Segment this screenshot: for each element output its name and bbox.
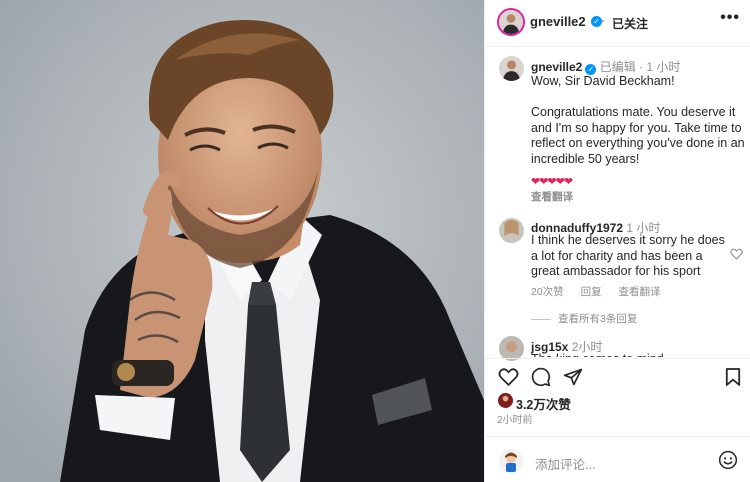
- post-side-panel: gneville2 ✓ · 已关注 ••• gneville2 ✓ 已编辑 · 1…: [484, 0, 750, 482]
- bookmark-icon[interactable]: [725, 367, 741, 387]
- liker-avatar-image: [498, 393, 513, 408]
- caption-dot: ·: [639, 60, 644, 74]
- comment-bubble-icon[interactable]: [531, 367, 551, 387]
- caption-edited-label: 已编辑: [599, 60, 636, 74]
- post-image[interactable]: [0, 0, 484, 482]
- comment2-text-clipped: The king comes to mind...: [531, 352, 745, 357]
- caption-avatar[interactable]: [499, 56, 524, 81]
- comment-meta: 20次赞 回复 查看翻译: [531, 284, 675, 299]
- comment-avatar[interactable]: [499, 218, 524, 243]
- comment-reply-button[interactable]: 回复: [581, 286, 602, 298]
- caption-username[interactable]: gneville2: [531, 60, 582, 74]
- more-options-icon[interactable]: •••: [720, 9, 740, 27]
- author-avatar-image: [499, 10, 523, 34]
- caption-see-translation-link[interactable]: 查看翻译: [531, 189, 573, 204]
- caption-text: Wow, Sir David Beckham! Congratulations …: [531, 74, 745, 166]
- follow-status-button[interactable]: 已关注: [612, 15, 648, 32]
- caption-time: 1 小时: [646, 60, 681, 74]
- post-photo-illustration: [0, 0, 484, 482]
- liker-avatar[interactable]: [498, 393, 513, 408]
- current-user-avatar-image: [505, 452, 517, 472]
- author-username[interactable]: gneville2: [530, 14, 586, 29]
- actions-divider: [485, 358, 750, 359]
- caption-avatar-image: [499, 56, 524, 81]
- author-avatar[interactable]: [497, 8, 525, 36]
- comment-like-heart-icon[interactable]: [730, 248, 743, 260]
- comment-likes-count[interactable]: 20次赞: [531, 286, 564, 298]
- view-all-replies-link[interactable]: 查看所有3条回复: [531, 311, 637, 326]
- comment-input-divider: [485, 436, 750, 437]
- comment-avatar-image: [499, 218, 524, 243]
- caption-hearts-emoji: ❤❤❤❤❤: [531, 176, 573, 188]
- header-divider: [485, 46, 750, 47]
- like-heart-icon[interactable]: [498, 367, 519, 387]
- comment-text: I think he deserves it sorry he does a l…: [531, 233, 725, 278]
- emoji-smiley-icon[interactable]: [718, 450, 738, 470]
- posted-time[interactable]: 2小时前: [497, 411, 533, 426]
- header-separator: ·: [601, 13, 605, 27]
- share-paper-plane-icon[interactable]: [563, 367, 583, 387]
- caption-header: gneville2 ✓ 已编辑 · 1 小时: [531, 58, 680, 75]
- current-user-avatar: [499, 449, 523, 473]
- comment-see-translation-link[interactable]: 查看翻译: [619, 286, 661, 298]
- add-comment-input[interactable]: 添加评论...: [535, 454, 595, 473]
